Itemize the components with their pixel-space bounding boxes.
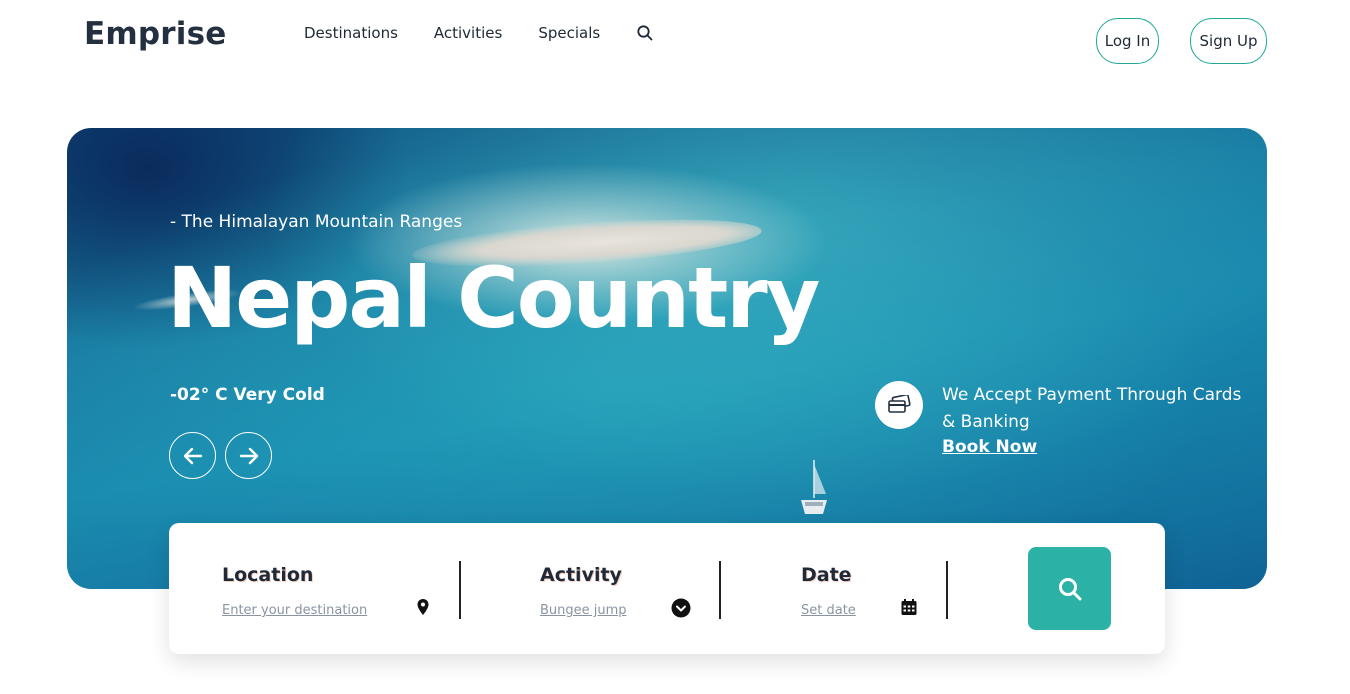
- arrow-right-icon: [239, 447, 258, 464]
- activity-select[interactable]: Bungee jump: [540, 603, 627, 618]
- signup-button[interactable]: Sign Up: [1190, 18, 1267, 64]
- temperature-text: -02° C Very Cold: [170, 385, 325, 405]
- brand-logo[interactable]: Emprise: [84, 16, 226, 52]
- divider: [946, 561, 948, 619]
- calendar-icon[interactable]: [900, 598, 918, 616]
- location-input[interactable]: Enter your destination: [222, 603, 367, 618]
- credit-card-icon: [888, 395, 911, 413]
- payment-text: We Accept Payment Through Cards & Bankin…: [942, 385, 1242, 432]
- divider: [459, 561, 461, 619]
- boat-illustration: [801, 460, 827, 514]
- main-nav: Destinations Activities Specials: [304, 24, 654, 42]
- prev-slide-button[interactable]: [169, 432, 216, 479]
- login-button[interactable]: Log In: [1096, 18, 1159, 64]
- hero-banner: - The Himalayan Mountain Ranges Nepal Co…: [67, 128, 1267, 589]
- nav-destinations[interactable]: Destinations: [304, 24, 398, 42]
- next-slide-button[interactable]: [225, 432, 272, 479]
- arrow-left-icon: [183, 447, 202, 464]
- date-label: Date: [801, 564, 852, 586]
- nav-specials[interactable]: Specials: [538, 24, 600, 42]
- date-input[interactable]: Set date: [801, 603, 856, 618]
- search-icon[interactable]: [636, 24, 654, 42]
- book-now-link[interactable]: Book Now: [942, 437, 1037, 457]
- chevron-down-icon[interactable]: [671, 598, 691, 618]
- activity-label: Activity: [540, 564, 622, 586]
- search-button[interactable]: [1028, 547, 1111, 630]
- divider: [719, 561, 721, 619]
- nav-activities[interactable]: Activities: [434, 24, 502, 42]
- hero-subtitle: - The Himalayan Mountain Ranges: [170, 212, 463, 232]
- map-pin-icon[interactable]: [414, 598, 432, 616]
- hero-title: Nepal Country: [167, 249, 820, 347]
- search-icon: [1058, 577, 1081, 600]
- location-label: Location: [222, 564, 314, 586]
- payment-badge: [875, 381, 923, 429]
- search-panel: Location Enter your destination Activity…: [169, 523, 1165, 654]
